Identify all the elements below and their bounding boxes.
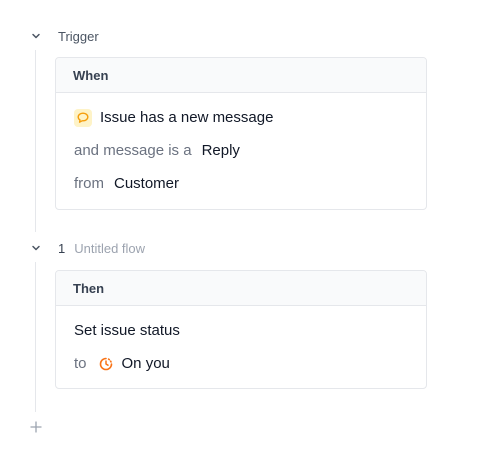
flow-number: 1 bbox=[58, 240, 66, 256]
trigger-section-title: Trigger bbox=[58, 28, 99, 44]
add-step-button[interactable] bbox=[29, 420, 43, 434]
trigger-card-header: When bbox=[56, 58, 426, 93]
flow-name[interactable]: Untitled flow bbox=[74, 241, 145, 256]
flow-connector-line bbox=[35, 262, 36, 412]
workflow-editor: Trigger When Issue has a new message and… bbox=[0, 0, 479, 460]
trigger-connector-line bbox=[35, 50, 36, 232]
action-card-header: Then bbox=[56, 271, 426, 306]
trigger-event-label: Issue has a new message bbox=[100, 109, 274, 126]
chevron-down-icon[interactable] bbox=[30, 30, 42, 42]
flow-section-header[interactable]: 1 Untitled flow bbox=[30, 238, 145, 258]
message-icon bbox=[74, 108, 92, 127]
status-row: to On you bbox=[74, 347, 408, 380]
condition-row: and message is a Reply bbox=[74, 134, 408, 167]
sender-selector[interactable]: Customer bbox=[114, 175, 179, 192]
status-on-you-icon bbox=[97, 355, 115, 373]
message-type-selector[interactable]: Reply bbox=[202, 142, 240, 159]
action-label: Set issue status bbox=[74, 322, 180, 339]
plus-icon bbox=[30, 421, 42, 433]
from-row: from Customer bbox=[74, 167, 408, 200]
from-label: from bbox=[74, 175, 104, 192]
trigger-card[interactable]: When Issue has a new message and message… bbox=[55, 57, 427, 210]
trigger-event-row[interactable]: Issue has a new message bbox=[74, 101, 408, 134]
status-selector[interactable]: On you bbox=[122, 355, 170, 372]
chevron-down-icon[interactable] bbox=[30, 242, 42, 254]
to-label: to bbox=[74, 355, 87, 372]
action-card[interactable]: Then Set issue status to On you bbox=[55, 270, 427, 389]
trigger-section-header[interactable]: Trigger bbox=[30, 26, 99, 46]
condition-label: and message is a bbox=[74, 142, 192, 159]
action-row[interactable]: Set issue status bbox=[74, 314, 408, 347]
